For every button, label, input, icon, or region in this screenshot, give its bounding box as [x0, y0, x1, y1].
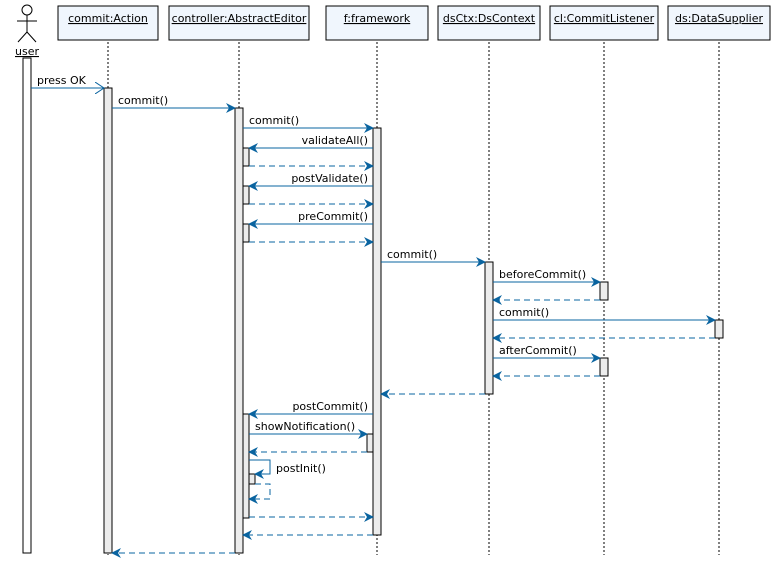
- message-label: postInit(): [276, 462, 326, 475]
- sequence-diagram: user commit:Action controller:AbstractEd…: [15, 4, 771, 558]
- activation-action: [103, 87, 113, 554]
- message-label: postValidate(): [291, 172, 368, 185]
- participant-label: f:framework: [344, 12, 411, 25]
- message-label: validateAll(): [302, 134, 368, 147]
- activation-cl-before: [599, 281, 609, 301]
- message-label: afterCommit(): [499, 344, 577, 357]
- activation-controller-precommit: [242, 223, 250, 243]
- activation-framework: [372, 127, 382, 536]
- activation-framework-notify: [366, 433, 374, 453]
- message-label: commit(): [387, 248, 437, 261]
- actor-user[interactable]: user: [15, 4, 39, 58]
- activation-controller-postcommit: [242, 413, 250, 519]
- self-return-arrow: [248, 483, 271, 504]
- message-label: commit(): [118, 94, 168, 107]
- participant-framework[interactable]: f:framework: [325, 5, 429, 41]
- activation-controller-postinit: [248, 473, 256, 485]
- message-label: commit(): [499, 306, 549, 319]
- participant-label: cl:CommitListener: [554, 12, 655, 25]
- participant-action[interactable]: commit:Action: [57, 5, 159, 41]
- message-label: press OK: [37, 74, 87, 87]
- message-label: postCommit(): [292, 400, 368, 413]
- stick-figure-icon: [17, 4, 37, 43]
- self-message-arrow: [249, 459, 271, 479]
- participant-label: dsCtx:DsContext: [443, 12, 536, 25]
- participant-label: controller:AbstractEditor: [172, 12, 307, 25]
- actor-label: user: [15, 45, 39, 58]
- activation-user: [22, 57, 32, 554]
- message-label: beforeCommit(): [499, 268, 586, 281]
- participant-label: commit:Action: [68, 12, 148, 25]
- participant-label: ds:DataSupplier: [675, 12, 763, 25]
- message-label: showNotification(): [255, 420, 355, 433]
- participant-dsctx[interactable]: dsCtx:DsContext: [437, 5, 541, 41]
- participant-cl[interactable]: cl:CommitListener: [549, 5, 659, 41]
- activation-ds: [714, 319, 724, 339]
- activation-controller-validate: [242, 147, 250, 167]
- message-label: preCommit(): [298, 210, 368, 223]
- participant-ds[interactable]: ds:DataSupplier: [667, 5, 771, 41]
- message-label: commit(): [249, 114, 299, 127]
- participant-controller[interactable]: controller:AbstractEditor: [168, 5, 310, 41]
- activation-dsctx: [484, 261, 494, 395]
- activation-controller: [234, 107, 244, 554]
- activation-cl-after: [599, 357, 609, 377]
- activation-controller-postvalidate: [242, 185, 250, 205]
